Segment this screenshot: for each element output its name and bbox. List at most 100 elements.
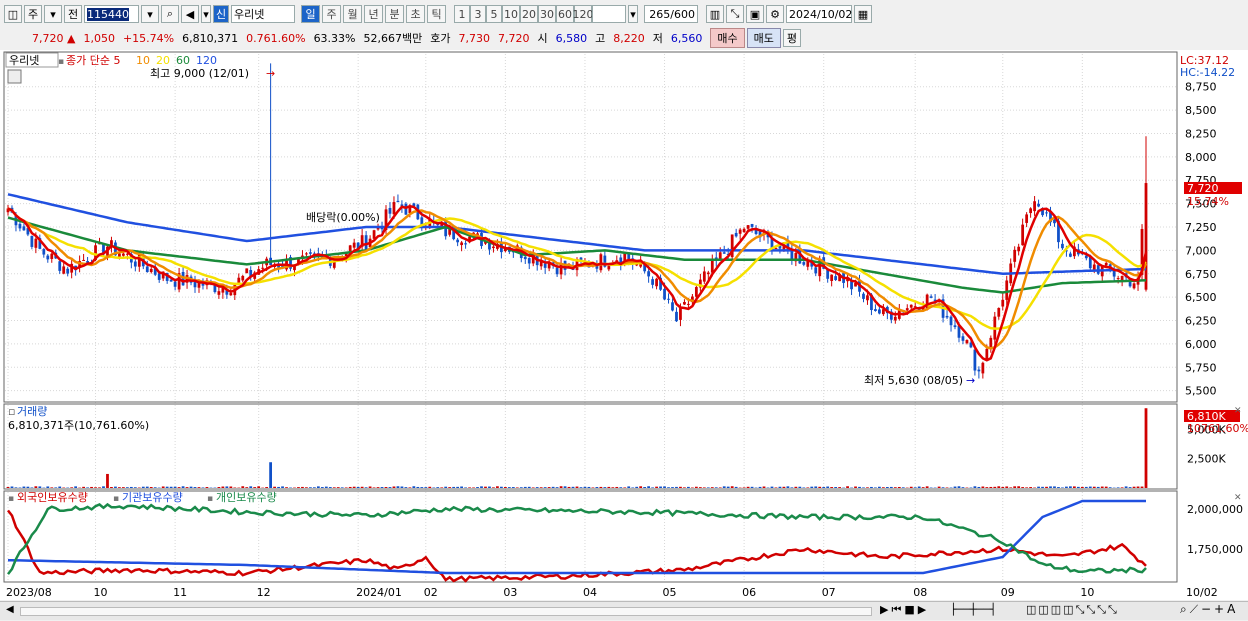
volume-bar bbox=[619, 487, 623, 488]
volume-bar bbox=[834, 487, 838, 488]
chart-tool-icon[interactable]: ▥ bbox=[706, 5, 724, 23]
holdings-close-icon[interactable]: ✕ bbox=[1234, 493, 1242, 503]
stock-chart[interactable]: 5,500 5,750 6,000 6,250 6,500 6,750 7,000 7,250… bbox=[0, 50, 1248, 600]
view-tools-icon[interactable]: ◫◫◫◫⤡⤡⤡⤡ bbox=[1026, 603, 1119, 617]
volume-close-icon[interactable]: ✕ bbox=[1234, 406, 1242, 416]
market-select[interactable]: 주 bbox=[24, 5, 42, 23]
minute-tab-120[interactable]: 120 bbox=[573, 5, 594, 23]
eval-button[interactable]: 평 bbox=[782, 29, 801, 47]
volume-bar bbox=[484, 486, 487, 488]
volume-bar bbox=[953, 486, 957, 488]
playback-controls-icon[interactable]: ▶⏮■▶ bbox=[880, 603, 929, 617]
period-tab-6[interactable]: 틱 bbox=[427, 5, 446, 23]
dropdown-icon[interactable]: ▾ bbox=[44, 5, 62, 23]
calc-icon[interactable] bbox=[7, 69, 22, 84]
legend-2: 20 bbox=[156, 54, 170, 67]
y-tick-8250: 8,250 bbox=[1185, 127, 1217, 140]
market-label: 주 bbox=[27, 8, 39, 21]
candle-body bbox=[364, 235, 368, 250]
volume-bar bbox=[253, 487, 257, 488]
minute-tab-30[interactable]: 30 bbox=[538, 5, 556, 23]
window-icon[interactable]: ◫ bbox=[4, 5, 22, 23]
volume-bar bbox=[599, 486, 603, 488]
period-tab-1[interactable]: 주 bbox=[322, 5, 341, 23]
minute-tab-3[interactable]: 3 bbox=[470, 5, 486, 23]
period-tab-5[interactable]: 초 bbox=[406, 5, 425, 23]
gear-icon[interactable]: ⚙ bbox=[766, 5, 784, 23]
rate: +15.74% bbox=[122, 31, 175, 45]
speaker-icon[interactable]: ◀ bbox=[181, 5, 199, 23]
candle-body bbox=[746, 225, 750, 229]
volume-bar bbox=[297, 487, 300, 488]
volume-bar bbox=[129, 486, 133, 488]
volume-bar bbox=[90, 486, 93, 488]
code-input[interactable]: 115440 bbox=[84, 5, 139, 23]
volume-bar bbox=[937, 486, 941, 488]
change: 1,050 bbox=[83, 31, 115, 45]
candle-body bbox=[237, 277, 241, 283]
zoom-controls-icon[interactable]: ⌕⟋−+A bbox=[1180, 602, 1238, 617]
minute-tab-1[interactable]: 1 bbox=[454, 5, 470, 23]
volume-bar bbox=[165, 486, 169, 488]
scrollbar[interactable] bbox=[20, 607, 872, 616]
volume-bar bbox=[675, 486, 678, 488]
candle-body bbox=[82, 259, 85, 261]
period-tab-4[interactable]: 분 bbox=[385, 5, 404, 23]
candle-body bbox=[874, 309, 877, 311]
date-input[interactable]: 2024/10/02 bbox=[786, 5, 852, 23]
draw-tool-icon[interactable]: ⤡ bbox=[726, 5, 744, 23]
scroll-left-icon[interactable]: ◀ bbox=[6, 604, 14, 615]
period-tab-0[interactable]: 일 bbox=[301, 5, 320, 23]
count-field[interactable]: 265/600 bbox=[644, 5, 698, 23]
volume-bar bbox=[663, 486, 666, 488]
volume-bar bbox=[424, 487, 428, 488]
volume-bar bbox=[133, 487, 137, 488]
candle-body bbox=[1045, 212, 1048, 214]
volume: 6,810,371 bbox=[182, 31, 239, 45]
minute-tab-10[interactable]: 10 bbox=[502, 5, 520, 23]
volume-bar bbox=[698, 487, 702, 488]
volume-bar bbox=[376, 487, 380, 488]
minute-tab-20[interactable]: 20 bbox=[520, 5, 538, 23]
volume-bar bbox=[1029, 487, 1032, 488]
volume-bar bbox=[38, 486, 42, 488]
volume-bar bbox=[1144, 408, 1148, 488]
candle-body bbox=[18, 223, 22, 229]
code-dropdown-icon[interactable]: ▾ bbox=[141, 5, 159, 23]
open-label: 시 bbox=[537, 32, 548, 45]
volume-bar bbox=[885, 487, 889, 488]
minute-tab-60[interactable]: 60 bbox=[556, 5, 574, 23]
prev-button[interactable]: 전 bbox=[64, 5, 82, 23]
candle-body bbox=[655, 278, 658, 287]
name-field[interactable]: 우리넷 bbox=[231, 5, 295, 23]
volume-bar bbox=[500, 486, 503, 488]
save-icon[interactable]: ▣ bbox=[746, 5, 764, 23]
volume-bar bbox=[782, 486, 786, 488]
volume-bar bbox=[889, 486, 893, 488]
volume-bar bbox=[364, 487, 368, 488]
sell-button[interactable]: 매도 bbox=[746, 28, 781, 48]
y-tick-8000: 8,000 bbox=[1185, 151, 1217, 164]
search-icon[interactable]: ⌕ bbox=[161, 5, 179, 23]
volume-bar bbox=[591, 487, 595, 488]
volume-bar bbox=[6, 486, 10, 488]
unit-input[interactable] bbox=[592, 5, 626, 23]
volume-bar bbox=[909, 486, 913, 488]
period-tab-2[interactable]: 월 bbox=[343, 5, 362, 23]
volume-bar bbox=[46, 486, 50, 488]
minute-tab-5[interactable]: 5 bbox=[486, 5, 502, 23]
volume-bar bbox=[579, 487, 583, 488]
volume-bar bbox=[611, 487, 615, 488]
unit-dropdown-icon[interactable]: ▾ bbox=[628, 5, 638, 23]
zoom-slider[interactable]: ├──┼──┤ bbox=[950, 603, 996, 616]
candle-body bbox=[671, 302, 674, 311]
volume-bar bbox=[336, 487, 340, 488]
buy-button[interactable]: 매수 bbox=[710, 28, 745, 48]
volume-bar bbox=[941, 487, 945, 488]
speaker-dropdown-icon[interactable]: ▾ bbox=[201, 5, 211, 23]
calendar-icon[interactable]: ▦ bbox=[854, 5, 872, 23]
volume-bar bbox=[961, 487, 965, 488]
candle-body bbox=[687, 303, 690, 305]
candle-body bbox=[953, 325, 957, 328]
period-tab-3[interactable]: 년 bbox=[364, 5, 383, 23]
